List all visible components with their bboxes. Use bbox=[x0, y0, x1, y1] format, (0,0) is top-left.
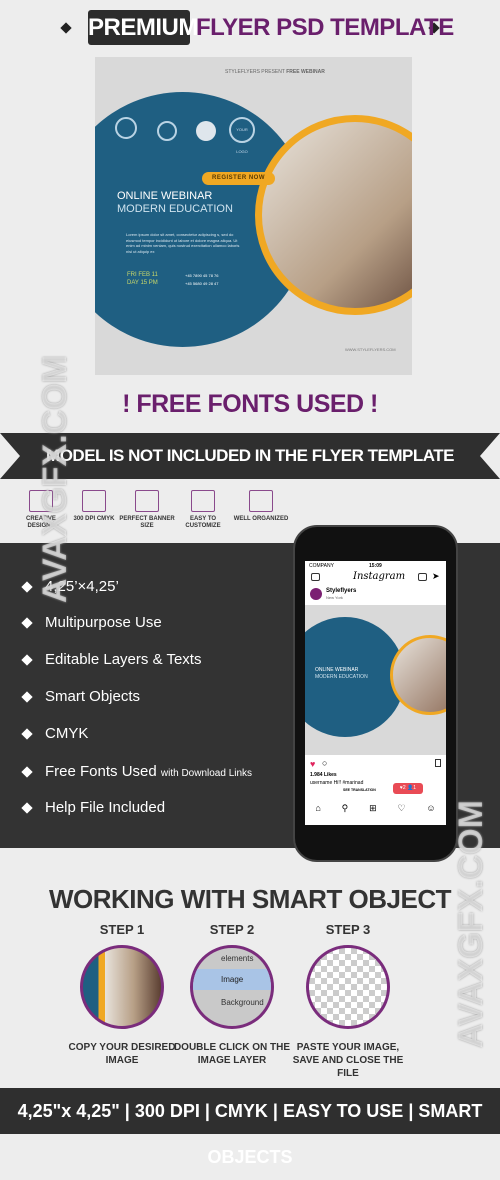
camera-icon bbox=[311, 573, 320, 581]
profile-icon[interactable]: ☺ bbox=[426, 803, 435, 814]
phone-mockup: COMPANY 15:09 Instagram ➤ Styleflyers Ne… bbox=[293, 525, 458, 862]
grid-icon bbox=[82, 490, 106, 512]
step-3: STEP 3 PASTE YOUR IMAGE, SAVE AND CLOSE … bbox=[292, 922, 404, 1079]
working-title: WORKING WITH SMART OBJECT bbox=[48, 884, 452, 914]
heart-icon[interactable]: ♡ bbox=[397, 803, 405, 814]
premium-label: PREMIUM bbox=[88, 10, 198, 45]
add-icon[interactable]: ⊞ bbox=[369, 803, 377, 814]
notification-badge: ♥2 👤1 bbox=[393, 783, 423, 794]
search-icon[interactable]: ⚲ bbox=[342, 803, 349, 814]
model-notice-banner: MODEL IS NOT INCLUDED IN THE FLYER TEMPL… bbox=[0, 433, 500, 479]
diamond-icon bbox=[60, 22, 72, 34]
free-fonts-heading: ! FREE FONTS USED ! bbox=[122, 390, 378, 418]
image-icon bbox=[135, 490, 159, 512]
like-icon[interactable]: ♥ bbox=[310, 759, 315, 769]
tv-icon bbox=[418, 573, 427, 581]
post-image: ONLINE WEBINAR MODERN EDUCATION bbox=[305, 605, 446, 755]
logo-placeholder: YOUR LOGO bbox=[229, 117, 255, 154]
watermark: AVAXGFX.COM bbox=[36, 355, 74, 604]
header-title: FLYER PSD TEMPLATE bbox=[196, 14, 454, 41]
home-icon[interactable]: ⌂ bbox=[315, 803, 320, 814]
bullet-item: Smart Objects bbox=[21, 688, 140, 705]
comment-icon[interactable]: ○ bbox=[322, 758, 327, 768]
bottom-spec-bar: 4,25"x 4,25" | 300 DPI | CMYK | EASY TO … bbox=[0, 1088, 500, 1167]
feature-customize: EASY TO CUSTOMIZE bbox=[175, 490, 231, 530]
feature-organized: WELL ORGANIZED bbox=[233, 490, 289, 523]
watermark: AVAXGFX.COM bbox=[452, 800, 490, 1049]
step-2: STEP 2 elements Image Background DOUBLE … bbox=[173, 922, 291, 1066]
pencil-ruler-icon bbox=[191, 490, 215, 512]
bullet-item: Free Fonts Used with Download Links bbox=[21, 763, 252, 780]
send-icon: ➤ bbox=[432, 571, 440, 581]
bullet-item: Help File Included bbox=[21, 799, 165, 816]
register-now-button: REGISTER NOW bbox=[202, 172, 275, 185]
bullet-item: Editable Layers & Texts bbox=[21, 651, 201, 668]
bullet-item: Multipurpose Use bbox=[21, 614, 162, 631]
layers-icon bbox=[249, 490, 273, 512]
flyer-preview: STYLEFLYERS PRESENT FREE WEBINAR YOUR LO… bbox=[95, 57, 412, 375]
step-1: STEP 1 COPY YOUR DESIRED IMAGE bbox=[68, 922, 176, 1066]
bookmark-icon[interactable] bbox=[435, 759, 441, 767]
bullet-item: CMYK bbox=[21, 725, 88, 742]
feature-banner-size: PERFECT BANNER SIZE bbox=[119, 490, 175, 530]
avatar bbox=[310, 588, 322, 600]
